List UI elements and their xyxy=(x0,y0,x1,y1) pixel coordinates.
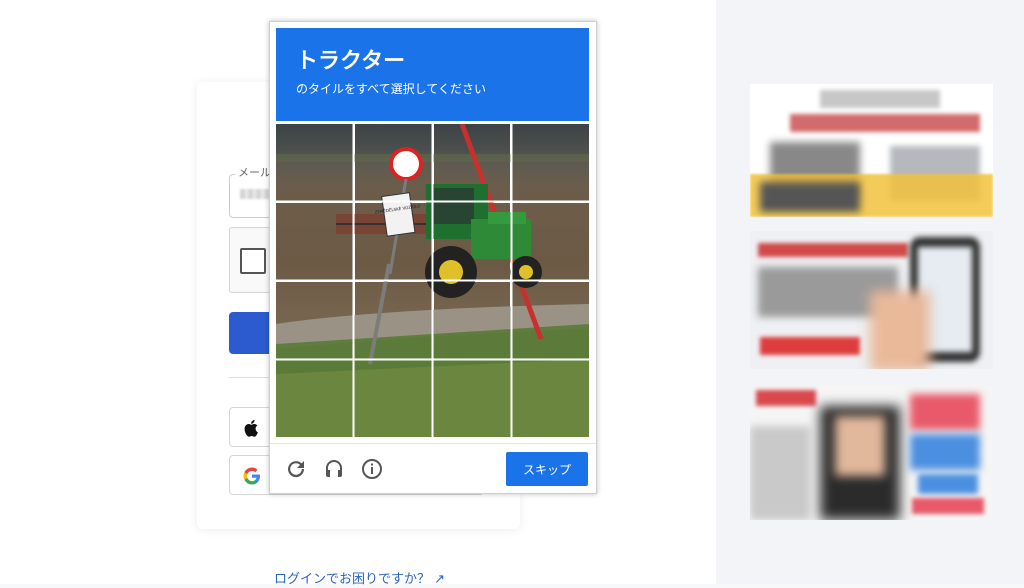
captcha-tile[interactable] xyxy=(512,124,589,201)
ad-banner-3[interactable] xyxy=(750,386,993,520)
captcha-tile[interactable] xyxy=(354,124,432,201)
captcha-tile[interactable] xyxy=(512,202,589,280)
captcha-tile[interactable] xyxy=(276,281,353,359)
captcha-instructions: のタイルをすべて選択してください xyxy=(296,82,486,96)
captcha-tile[interactable] xyxy=(354,202,432,280)
info-icon[interactable] xyxy=(360,457,384,481)
captcha-tile[interactable] xyxy=(276,124,353,201)
captcha-tile[interactable] xyxy=(433,360,511,437)
captcha-tile[interactable] xyxy=(354,281,432,359)
captcha-target-object: トラクター xyxy=(296,49,406,74)
captcha-checkbox[interactable] xyxy=(240,248,266,274)
captcha-image-grid xyxy=(276,124,589,437)
captcha-tile[interactable] xyxy=(276,360,353,437)
captcha-challenge: トラクター のタイルをすべて選択してください ZEMĚDĚLSKÉ VOZIDL… xyxy=(269,21,597,494)
captcha-tile[interactable] xyxy=(512,281,589,359)
login-help-link[interactable]: ログインでお困りですか？ ↗ xyxy=(274,572,445,588)
captcha-tile[interactable] xyxy=(433,124,511,201)
reload-icon[interactable] xyxy=(284,457,308,481)
captcha-tile[interactable] xyxy=(433,202,511,280)
captcha-footer: スキップ xyxy=(270,443,596,494)
google-icon xyxy=(243,467,260,485)
skip-button[interactable]: スキップ xyxy=(506,452,588,486)
headphones-icon[interactable] xyxy=(322,457,346,481)
captcha-tile[interactable] xyxy=(276,202,353,280)
captcha-tile[interactable] xyxy=(354,360,432,437)
apple-icon xyxy=(244,420,258,437)
ad-banner-1[interactable] xyxy=(750,84,993,217)
captcha-tile[interactable] xyxy=(512,360,589,437)
captcha-tile[interactable] xyxy=(433,281,511,359)
ad-banner-2[interactable] xyxy=(750,231,993,369)
captcha-header: トラクター のタイルをすべて選択してください xyxy=(276,28,589,121)
